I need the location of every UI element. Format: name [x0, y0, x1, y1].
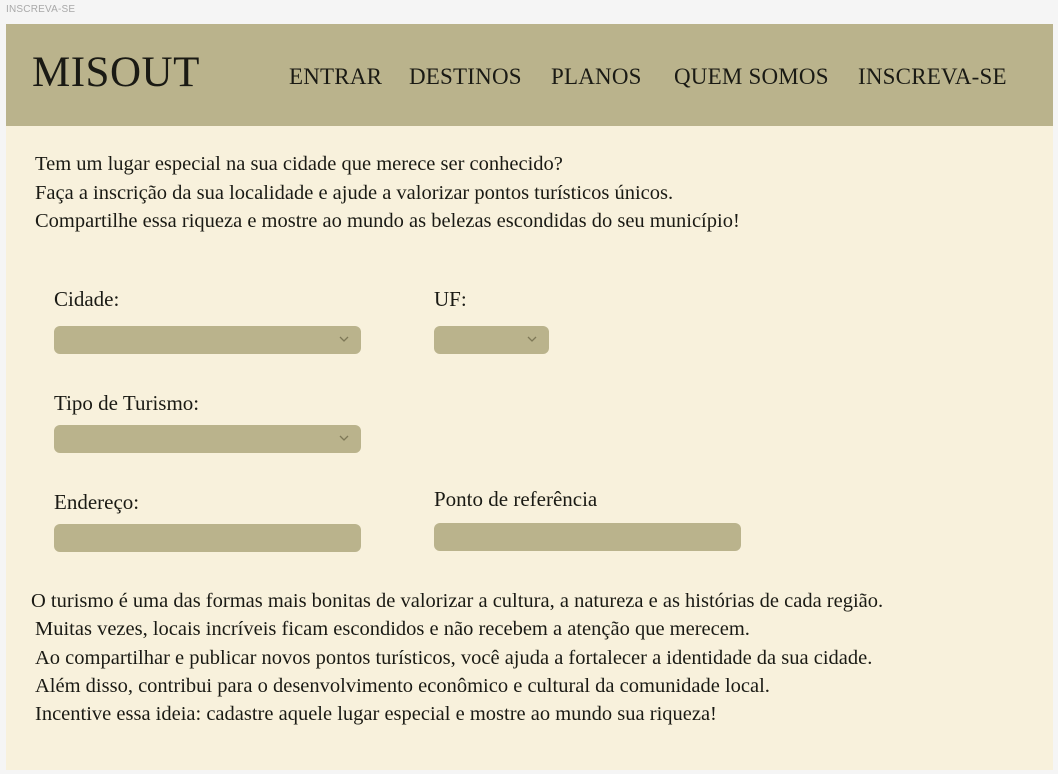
frame-label: INSCREVA-SE: [6, 4, 76, 15]
site-header: MISOUT ENTRAR DESTINOS PLANOS QUEM SOMOS…: [6, 24, 1053, 126]
city-label: Cidade:: [54, 287, 120, 311]
closing-line: Incentive essa ideia: cadastre aquele lu…: [35, 703, 717, 726]
address-label: Endereço:: [54, 490, 140, 514]
chevron-down-icon: [339, 435, 349, 441]
uf-select[interactable]: [434, 326, 549, 354]
city-select[interactable]: [54, 326, 361, 354]
address-input[interactable]: [54, 524, 361, 552]
uf-label: UF:: [434, 287, 467, 311]
nav-inscreva-se[interactable]: INSCREVA-SE: [858, 64, 1007, 90]
nav-entrar[interactable]: ENTRAR: [289, 64, 382, 90]
reference-point-label: Ponto de referência: [434, 487, 598, 511]
closing-text: O turismo é uma das formas mais bonitas …: [31, 587, 883, 728]
tourism-type-select[interactable]: [54, 425, 361, 453]
nav-quem-somos[interactable]: QUEM SOMOS: [674, 64, 829, 90]
closing-line: Além disso, contribui para o desenvolvim…: [35, 674, 770, 697]
chevron-down-icon: [527, 336, 537, 342]
intro-line: Compartilhe essa riqueza e mostre ao mun…: [35, 210, 740, 232]
brand-logo[interactable]: MISOUT: [32, 48, 200, 97]
signup-page: MISOUT ENTRAR DESTINOS PLANOS QUEM SOMOS…: [6, 24, 1053, 770]
tourism-type-label: Tipo de Turismo:: [54, 391, 200, 415]
intro-line: Faça a inscrição da sua localidade e aju…: [35, 181, 674, 204]
chevron-down-icon: [339, 336, 349, 342]
closing-line: Ao compartilhar e publicar novos pontos …: [35, 646, 873, 669]
closing-line: O turismo é uma das formas mais bonitas …: [31, 590, 884, 612]
intro-text: Tem um lugar especial na sua cidade que …: [35, 150, 740, 236]
reference-point-input[interactable]: [434, 523, 741, 551]
closing-line: Muitas vezes, locais incríveis ficam esc…: [35, 618, 750, 641]
nav-planos[interactable]: PLANOS: [551, 64, 642, 90]
intro-line: Tem um lugar especial na sua cidade que …: [35, 153, 563, 175]
nav-destinos[interactable]: DESTINOS: [409, 64, 522, 90]
